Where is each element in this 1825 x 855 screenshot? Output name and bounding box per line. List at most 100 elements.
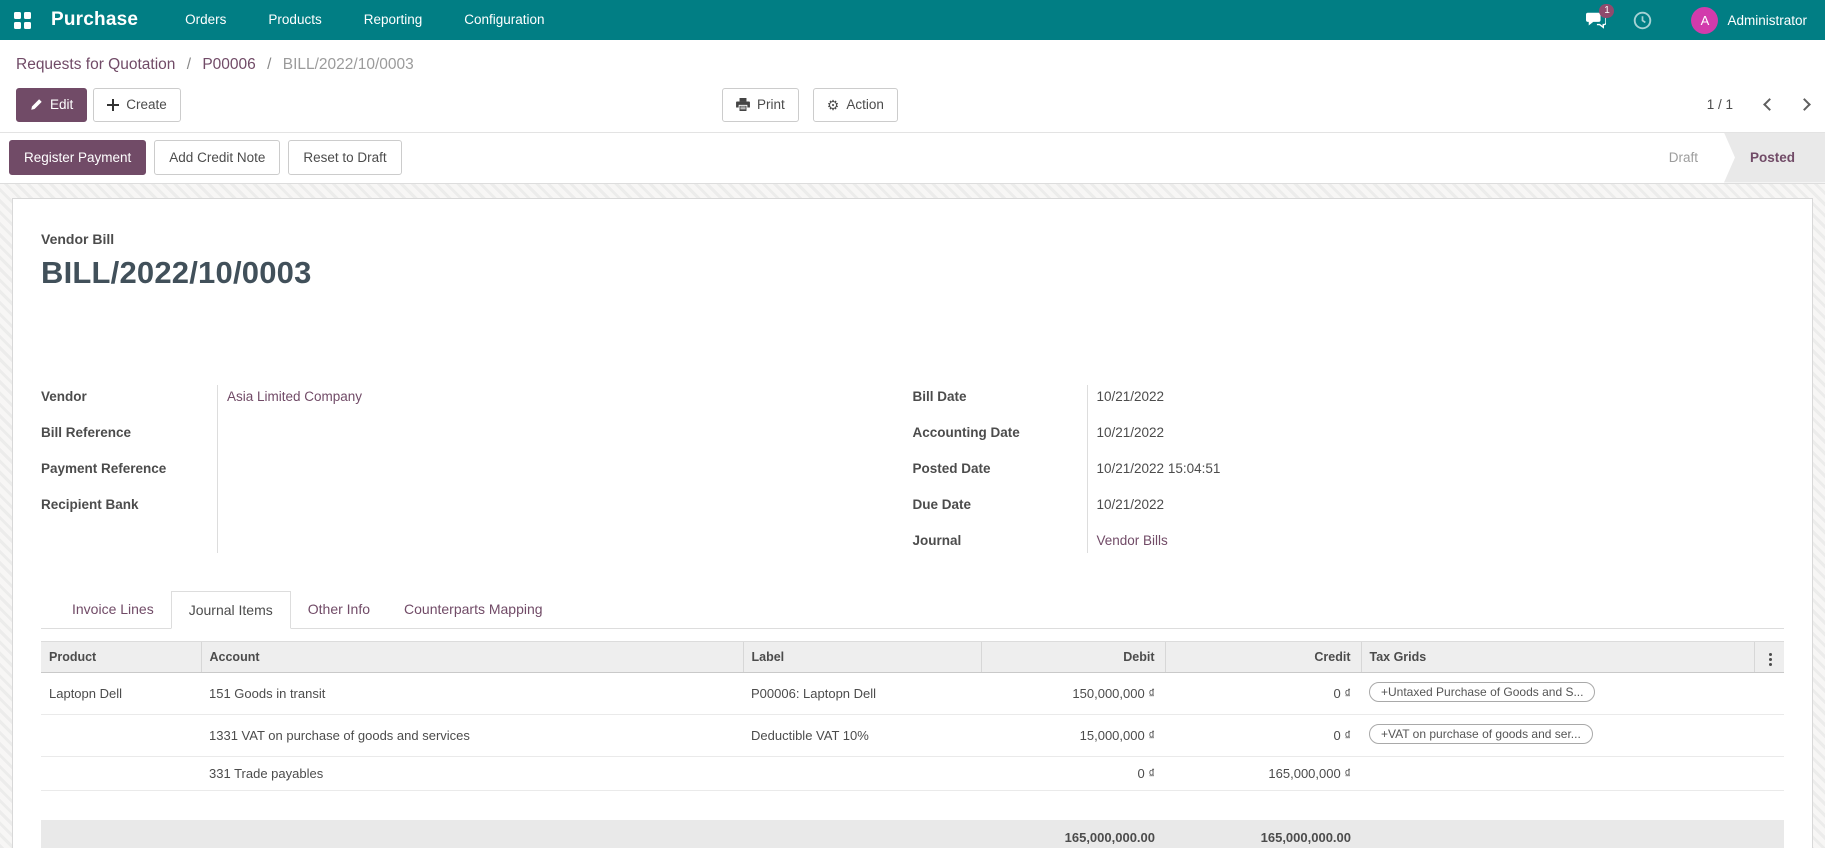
statusbar-states: Draft Posted <box>1653 132 1825 183</box>
table-header-row: Product Account Label Debit Credit Tax G… <box>41 640 1784 673</box>
register-payment-button[interactable]: Register Payment <box>9 140 147 175</box>
pager-next-icon[interactable] <box>1798 98 1811 112</box>
cell-product[interactable] <box>41 756 201 791</box>
posted-date-label: Posted Date <box>912 461 991 476</box>
journal-items-table: Product Account Label Debit Credit Tax G… <box>41 640 1784 848</box>
control-panel: Edit Create Print ⚙ Action 1 / 1 <box>0 84 1825 133</box>
column-header-label[interactable]: Label <box>742 640 981 673</box>
table-row[interactable]: Laptopn Dell 151 Goods in transit P00006… <box>41 672 1784 715</box>
column-header-debit[interactable]: Debit <box>980 640 1165 673</box>
field-bill-reference: Bill Reference <box>41 415 913 451</box>
cell-credit[interactable]: 0 ₫ <box>1165 672 1361 715</box>
edit-button[interactable]: Edit <box>16 88 88 122</box>
tab-other-info[interactable]: Other Info <box>291 591 387 629</box>
payment-reference-label: Payment Reference <box>41 461 167 476</box>
tax-grid-tag: +Untaxed Purchase of Goods and S... <box>1369 681 1596 702</box>
bill-date-label: Bill Date <box>912 389 967 404</box>
recipient-bank-label: Recipient Bank <box>41 497 139 512</box>
action-button[interactable]: ⚙ Action <box>812 87 898 122</box>
print-button[interactable]: Print <box>722 87 799 122</box>
nav-menu-configuration[interactable]: Configuration <box>443 0 565 40</box>
accounting-date-label: Accounting Date <box>912 425 1020 440</box>
column-header-account[interactable]: Account <box>200 640 743 673</box>
cell-label[interactable] <box>743 756 981 791</box>
column-header-tax-grids[interactable]: Tax Grids <box>1360 640 1754 673</box>
cell-debit[interactable]: 15,000,000 ₫ <box>981 714 1165 757</box>
journal-value[interactable]: Vendor Bills <box>1087 533 1785 548</box>
cell-credit[interactable]: 0 ₫ <box>1165 714 1361 757</box>
tab-invoice-lines[interactable]: Invoice Lines <box>55 591 171 629</box>
due-date-label: Due Date <box>912 497 972 512</box>
messages-icon[interactable]: 1 <box>1577 0 1615 40</box>
avatar: A <box>1691 6 1719 34</box>
action-button-label: Action <box>846 97 884 112</box>
breadcrumb: Requests for Quotation / P00006 / BILL/2… <box>0 40 1825 84</box>
action-buttons: Print ⚙ Action <box>722 87 898 122</box>
app-name[interactable]: Purchase <box>51 9 138 31</box>
activities-clock-icon[interactable] <box>1623 0 1661 40</box>
cell-account[interactable]: 331 Trade payables <box>201 756 743 791</box>
posted-date-value: 10/21/2022 15:04:51 <box>1096 461 1221 476</box>
document-type-label: Vendor Bill <box>41 230 115 247</box>
cell-credit[interactable]: 165,000,000 ₫ <box>1165 756 1361 791</box>
pager-value: 1 / 1 <box>1706 97 1733 113</box>
tab-counterparts-mapping[interactable]: Counterparts Mapping <box>387 591 560 629</box>
reset-to-draft-button[interactable]: Reset to Draft <box>288 140 402 175</box>
field-group-right: Bill Date 10/21/2022 Accounting Date 10/… <box>913 379 1785 559</box>
state-posted: Posted <box>1723 132 1825 183</box>
table-totals-row: 165,000,000.00 165,000,000.00 <box>41 820 1784 848</box>
table-row[interactable]: 1331 VAT on purchase of goods and servic… <box>41 714 1784 757</box>
state-draft[interactable]: Draft <box>1653 133 1724 183</box>
form-sheet: Vendor Bill BILL/2022/10/0003 Vendor Asi… <box>12 197 1813 848</box>
cell-account[interactable]: 151 Goods in transit <box>201 672 743 715</box>
cell-debit[interactable]: 0 ₫ <box>981 756 1165 791</box>
messages-badge: 1 <box>1599 4 1615 18</box>
bill-reference-label: Bill Reference <box>41 425 132 440</box>
navbar-left: Purchase Orders Products Reporting Confi… <box>14 0 566 40</box>
plus-icon <box>107 98 120 111</box>
tab-journal-items[interactable]: Journal Items <box>170 590 291 629</box>
edit-button-label: Edit <box>50 97 74 112</box>
nav-menu-products[interactable]: Products <box>247 0 342 40</box>
add-credit-note-button[interactable]: Add Credit Note <box>154 140 281 175</box>
create-button[interactable]: Create <box>93 88 181 122</box>
column-header-product[interactable]: Product <box>41 640 201 673</box>
cell-tax-grids[interactable] <box>1361 756 1754 791</box>
table-spacer-row <box>41 790 1784 820</box>
field-posted-date: Posted Date 10/21/2022 15:04:51 <box>913 451 1785 487</box>
total-debit: 165,000,000.00 <box>981 820 1165 848</box>
breadcrumb-requests-for-quotation[interactable]: Requests for Quotation <box>16 56 175 73</box>
cell-debit[interactable]: 150,000,000 ₫ <box>981 672 1165 715</box>
cell-tax-grids[interactable]: +Untaxed Purchase of Goods and S... <box>1361 672 1754 715</box>
optional-columns-icon[interactable] <box>1768 657 1772 661</box>
cell-account[interactable]: 1331 VAT on purchase of goods and servic… <box>201 714 743 757</box>
cell-label[interactable]: P00006: Laptopn Dell <box>743 672 981 715</box>
vendor-value[interactable]: Asia Limited Company <box>217 389 913 404</box>
cell-product[interactable] <box>41 714 201 757</box>
pencil-icon <box>31 99 42 110</box>
field-accounting-date: Accounting Date 10/21/2022 <box>913 415 1785 451</box>
navbar-right: 1 A Administrator <box>1577 0 1807 40</box>
nav-menu-orders[interactable]: Orders <box>164 0 247 40</box>
breadcrumb-separator: / <box>186 56 192 73</box>
field-groups: Vendor Asia Limited Company Bill Referen… <box>41 379 1784 559</box>
optional-columns-header <box>1753 640 1784 673</box>
journal-label: Journal <box>912 533 962 548</box>
nav-menu-reporting[interactable]: Reporting <box>343 0 444 40</box>
table-row[interactable]: 331 Trade payables 0 ₫ 165,000,000 ₫ <box>41 756 1784 791</box>
breadcrumb-purchase-order[interactable]: P00006 <box>202 56 255 73</box>
cell-product[interactable]: Laptopn Dell <box>41 672 201 715</box>
tax-grid-tag: +VAT on purchase of goods and ser... <box>1369 723 1593 744</box>
field-journal: Journal Vendor Bills <box>913 523 1785 559</box>
user-menu[interactable]: A Administrator <box>1691 6 1807 34</box>
column-header-credit[interactable]: Credit <box>1164 640 1361 673</box>
field-recipient-bank: Recipient Bank <box>41 487 913 523</box>
cell-tax-grids[interactable]: +VAT on purchase of goods and ser... <box>1361 714 1754 757</box>
pager-previous-icon[interactable] <box>1763 98 1776 112</box>
field-payment-reference: Payment Reference <box>41 451 913 487</box>
create-button-label: Create <box>126 97 167 112</box>
print-button-label: Print <box>757 97 785 112</box>
field-divider <box>217 384 218 553</box>
cell-label[interactable]: Deductible VAT 10% <box>743 714 981 757</box>
apps-grid-icon[interactable] <box>14 11 31 29</box>
